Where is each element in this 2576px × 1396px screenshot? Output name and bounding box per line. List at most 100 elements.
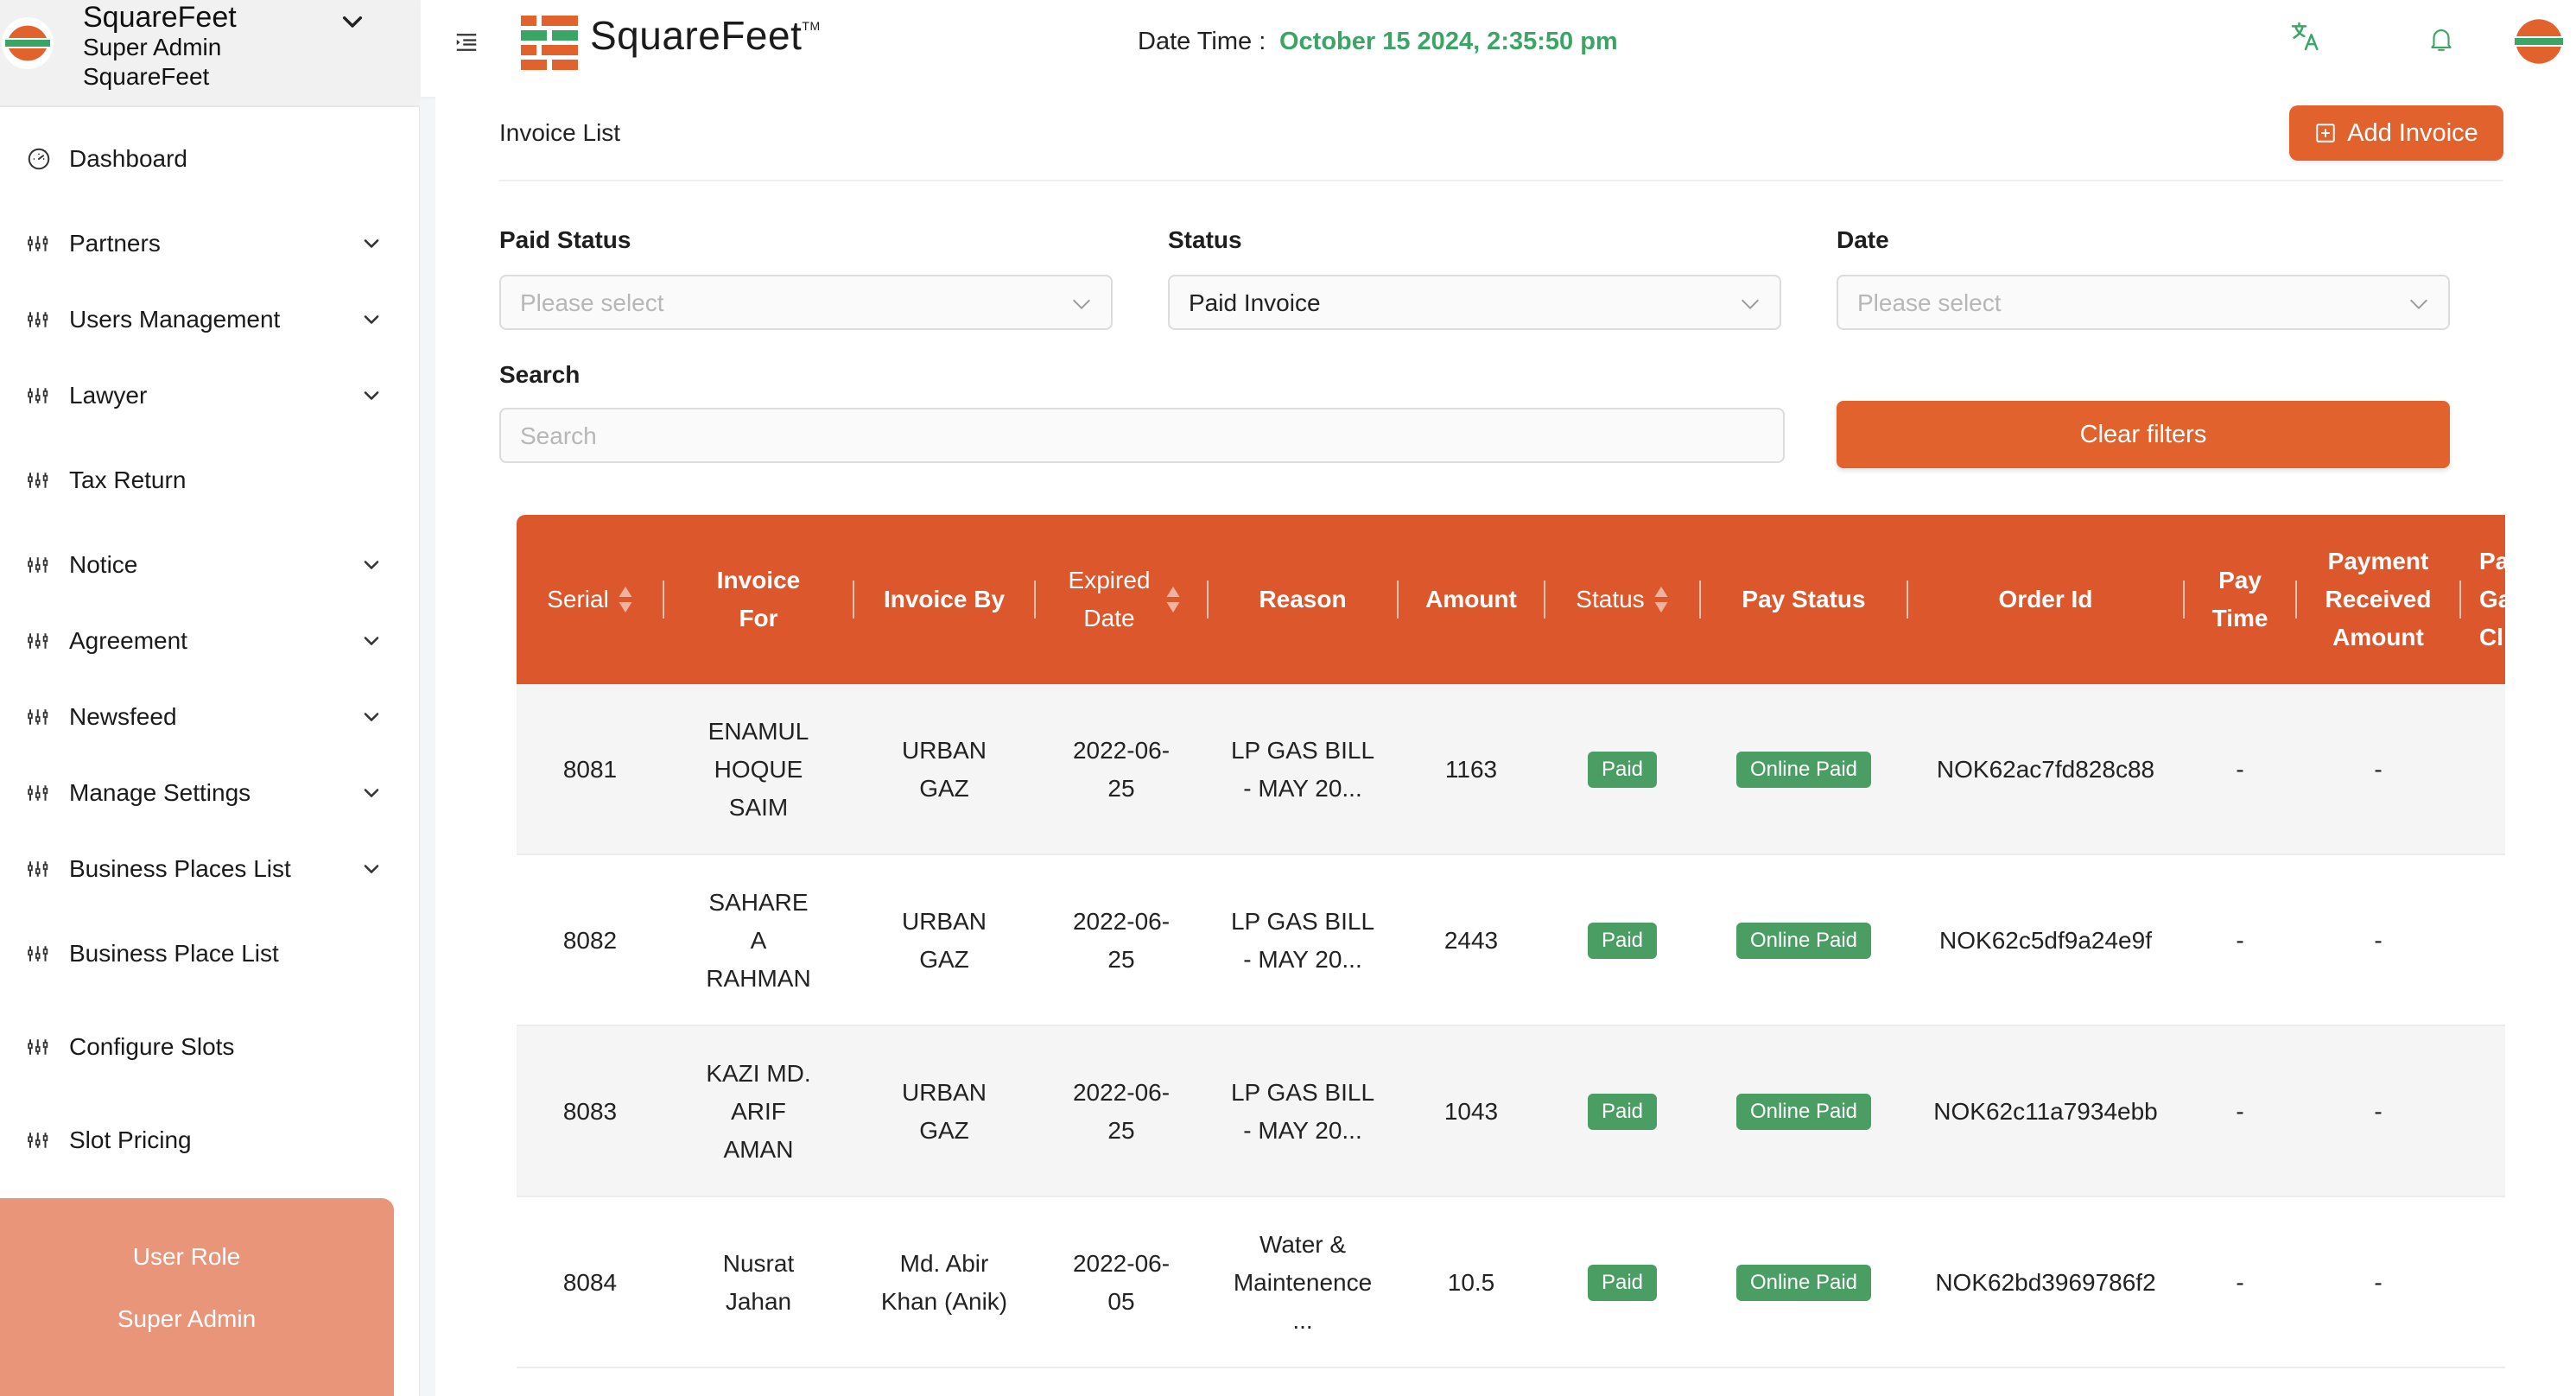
cell-reason: LP GAS BILL - MAY 20... — [1208, 855, 1398, 1026]
cell-status: Paid — [1545, 684, 1700, 855]
avatar[interactable] — [2511, 14, 2566, 69]
sidebar-item-configure-slots[interactable]: Configure Slots — [0, 1021, 420, 1073]
paid-status-placeholder: Please select — [520, 289, 664, 316]
cell-serial: 8083 — [517, 1026, 663, 1197]
cell-text: 2022-06-25 — [1072, 737, 1171, 802]
column-header-label: Invoice For — [716, 567, 801, 631]
cell-amount: 10.5 — [1398, 1197, 1545, 1368]
sidebar-item-label: Dashboard — [69, 145, 187, 172]
column-header-label: Serial — [547, 586, 609, 612]
column-divider[interactable] — [2183, 581, 2185, 619]
chevron-down-icon[interactable] — [339, 9, 366, 36]
sliders-icon — [26, 231, 52, 257]
column-divider[interactable] — [663, 581, 664, 619]
sidebar-item-business-place-list[interactable]: Business Place List — [0, 928, 420, 980]
table-row[interactable]: 8083 KAZI MD. ARIF AMAN URBAN GAZ 2022-06-2… — [517, 1026, 2505, 1197]
sidebar-item-partners[interactable]: Partners — [0, 218, 420, 270]
date-select[interactable]: Please select — [1837, 275, 2450, 330]
cell-reason: Water & Maintenence ... — [1208, 1197, 1398, 1368]
column-divider[interactable] — [1544, 581, 1545, 619]
column-header-amount: Amount — [1398, 515, 1545, 684]
search-label: Search — [499, 361, 581, 388]
chevron-down-icon — [364, 637, 379, 645]
add-invoice-button[interactable]: Add Invoice — [2289, 105, 2503, 161]
status-badge: Paid — [1587, 1094, 1658, 1130]
sidebar-item-label: Manage Settings — [69, 779, 251, 806]
translate-icon[interactable] — [2288, 19, 2323, 54]
top-brand: SquareFeetTM — [590, 12, 821, 59]
column-header-expired-date[interactable]: Expired Date — [1035, 515, 1208, 684]
chevron-down-icon — [364, 713, 379, 721]
cell-pay-time: - — [2184, 855, 2296, 1026]
column-divider[interactable] — [2459, 581, 2461, 619]
cell-pay-time: - — [2184, 1026, 2296, 1197]
dashboard-icon — [26, 146, 52, 172]
table-row[interactable]: 8081 ENAMUL HOQUE SAIM URBAN GAZ 2022-06-25… — [517, 684, 2505, 855]
cell-text: - — [2374, 756, 2382, 783]
cell-text: - — [2236, 1098, 2244, 1125]
status-badge: Paid — [1587, 923, 1658, 959]
chevron-down-icon — [364, 315, 379, 324]
cell-expired-date: 2022-06-05 — [1035, 1197, 1208, 1368]
table-header: Serial Invoice For Invoice By Expired Date R… — [517, 515, 2505, 684]
sidebar-item-manage-settings[interactable]: Manage Settings — [0, 767, 420, 819]
cell-text: URBAN GAZ — [901, 908, 987, 973]
sidebar-item-business-places-list[interactable]: Business Places List — [0, 843, 420, 895]
trademark: TM — [802, 19, 821, 33]
cell-payment-received: - — [2296, 684, 2460, 855]
cell-text: NOK62bd3969786f2 — [1935, 1269, 2156, 1296]
sidebar-item-dashboard[interactable]: Dashboard — [0, 133, 420, 185]
column-header-label: Amount — [1425, 586, 1517, 612]
cell-order-id: NOK62c5df9a24e9f — [1907, 855, 2184, 1026]
pay-status-badge: Online Paid — [1735, 923, 1872, 959]
cell-reason: LP GAS BILL - MAY 20... — [1208, 684, 1398, 855]
sliders-icon — [26, 941, 52, 967]
sidebar-item-notice[interactable]: Notice — [0, 539, 420, 591]
column-header-status[interactable]: Status — [1545, 515, 1700, 684]
cell-text: NOK62c5df9a24e9f — [1939, 927, 2152, 954]
menu-toggle-icon[interactable] — [454, 29, 479, 55]
column-divider[interactable] — [1907, 581, 1908, 619]
column-header-invoice-for: Invoice For — [663, 515, 853, 684]
status-select[interactable]: Paid Invoice — [1168, 275, 1781, 330]
column-divider[interactable] — [853, 581, 854, 619]
column-header-label: Pay Time — [2211, 567, 2268, 631]
cell-text: Water & Maintenence ... — [1233, 1231, 1373, 1334]
column-header-reason: Reason — [1208, 515, 1398, 684]
top-brand-name: SquareFeet — [590, 13, 803, 58]
sidebar-item-lawyer[interactable]: Lawyer — [0, 370, 420, 422]
brand-header[interactable]: SquareFeet Super Admin SquareFeet — [0, 0, 420, 107]
sort-icon[interactable] — [1165, 584, 1181, 615]
sidebar-item-slot-pricing[interactable]: Slot Pricing — [0, 1114, 420, 1166]
sliders-icon — [26, 467, 52, 493]
sort-icon[interactable] — [618, 584, 633, 615]
column-header-order-id: Order Id — [1907, 515, 2184, 684]
sidebar-item-tax-return[interactable]: Tax Return — [0, 454, 420, 506]
table-row[interactable]: 8082 SAHARE A RAHMAN URBAN GAZ 2022-06-25 LP… — [517, 855, 2505, 1026]
column-header-label: Pay Status — [1742, 586, 1866, 612]
cell-serial: 8082 — [517, 855, 663, 1026]
cell-invoice-by: Md. Abir Khan (Anik) — [853, 1197, 1035, 1368]
cell-text: - — [2374, 1098, 2382, 1125]
search-input[interactable]: Search — [499, 408, 1785, 463]
cell-payment-received: - — [2296, 1026, 2460, 1197]
status-select-value: Paid Invoice — [1189, 289, 1321, 316]
table-row[interactable]: 8084 Nusrat Jahan Md. Abir Khan (Anik) 2022… — [517, 1197, 2505, 1368]
column-divider[interactable] — [1397, 581, 1399, 619]
column-header-serial[interactable]: Serial — [517, 515, 663, 684]
sidebar-item-label: Partners — [69, 230, 161, 257]
column-divider[interactable] — [1699, 581, 1701, 619]
cell-pay-status: Online Paid — [1700, 1026, 1907, 1197]
sidebar-item-agreement[interactable]: Agreement — [0, 615, 420, 667]
column-divider[interactable] — [1207, 581, 1209, 619]
paid-status-select[interactable]: Please select — [499, 275, 1113, 330]
sort-icon[interactable] — [1653, 584, 1669, 615]
cell-invoice-by: URBAN GAZ — [853, 1026, 1035, 1197]
cell-text: 8081 — [562, 756, 618, 783]
sidebar-item-newsfeed[interactable]: Newsfeed — [0, 691, 420, 743]
column-divider[interactable] — [2295, 581, 2297, 619]
bell-icon[interactable] — [2427, 22, 2456, 55]
clear-filters-button[interactable]: Clear filters — [1837, 401, 2450, 468]
sidebar-item-users-management[interactable]: Users Management — [0, 294, 420, 346]
column-divider[interactable] — [1034, 581, 1036, 619]
